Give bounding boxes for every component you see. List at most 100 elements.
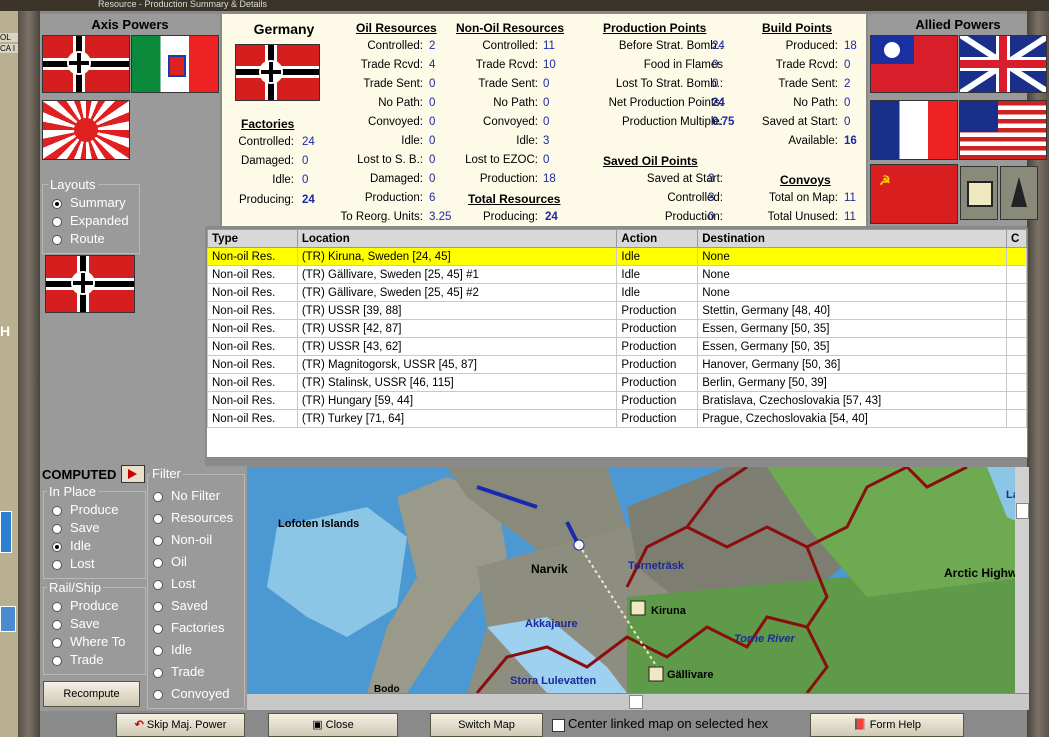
- radio-icon: [153, 623, 163, 634]
- form-help-label: Form Help: [869, 719, 922, 731]
- rail-ship-radio-1[interactable]: Save: [52, 616, 100, 631]
- filter-option-label: Idle: [171, 642, 192, 657]
- table-row[interactable]: Non-oil Res. (TR) Turkey [71, 64] Producti…: [207, 409, 1028, 428]
- filter-radio-5[interactable]: Saved: [153, 598, 208, 613]
- recompute-button[interactable]: Recompute: [43, 681, 140, 707]
- in-place-radio-0[interactable]: Produce: [52, 502, 118, 517]
- layout-expanded-radio[interactable]: Expanded: [52, 213, 129, 228]
- oil-stat-label: Trade Rcvd:: [360, 59, 423, 71]
- filter-radio-4[interactable]: Lost: [153, 576, 196, 591]
- map-horizontal-scrollbar[interactable]: [247, 693, 1029, 710]
- filter-radio-2[interactable]: Non-oil: [153, 532, 212, 547]
- window-title: Resource - Production Summary & Details: [98, 0, 268, 9]
- rail-ship-radio-0[interactable]: Produce: [52, 598, 118, 613]
- map-vscroll-thumb[interactable]: [1016, 503, 1029, 519]
- map-tag: H: [0, 323, 11, 339]
- hex-map[interactable]: Lofoten Islands Narvik Torneträsk Kiruna…: [247, 467, 1029, 693]
- italy-flag-button[interactable]: [131, 35, 219, 93]
- map-label-akkajaure: Akkajaure: [525, 618, 578, 630]
- filter-radio-6[interactable]: Factories: [153, 620, 224, 635]
- table-cell: (TR) Turkey [71, 64]: [296, 409, 618, 428]
- table-row[interactable]: Non-oil Res. (TR) USSR [39, 88] Production…: [207, 301, 1028, 320]
- table-cell: Non-oil Res.: [207, 247, 298, 266]
- convoy-stat-label: Total on Map:: [768, 192, 838, 204]
- table-cell: [1005, 409, 1028, 428]
- oil-stat-value: 0: [429, 78, 436, 90]
- usa-flag-button[interactable]: [959, 100, 1047, 160]
- rail-ship-radio-3[interactable]: Trade: [52, 652, 103, 667]
- close-button[interactable]: ▣ Close: [268, 713, 398, 737]
- build-points-title: Build Points: [762, 21, 832, 35]
- saved-oil-stat-value: 0: [708, 211, 715, 223]
- rail-ship-radio-2[interactable]: Where To: [52, 634, 125, 649]
- filter-title: Filter: [150, 466, 183, 481]
- table-cell: Idle: [616, 283, 699, 302]
- resource-icon-button[interactable]: [960, 166, 998, 220]
- saved-oil-stat-value: 3: [708, 192, 715, 204]
- pp-stat-value: 0: [712, 78, 719, 90]
- table-row[interactable]: Non-oil Res. (TR) Gällivare, Sweden [25, …: [207, 283, 1028, 302]
- pickaxe-icon: [967, 181, 993, 207]
- table-cell: Non-oil Res.: [207, 301, 298, 320]
- uk-flag-button[interactable]: [959, 35, 1047, 93]
- column-header[interactable]: C: [1005, 229, 1028, 248]
- filter-radio-1[interactable]: Resources: [153, 510, 233, 525]
- table-row[interactable]: Non-oil Res. (TR) Hungary [59, 44] Product…: [207, 391, 1028, 410]
- table-cell: Non-oil Res.: [207, 319, 298, 338]
- filter-option-label: Oil: [171, 554, 187, 569]
- filter-radio-9[interactable]: Convoyed: [153, 686, 230, 701]
- table-row[interactable]: Non-oil Res. (TR) Kiruna, Sweden [24, 45]…: [207, 247, 1028, 266]
- germany-flag-button[interactable]: [42, 35, 130, 93]
- layout-summary-radio[interactable]: Summary: [52, 195, 126, 210]
- france-flag-button[interactable]: [870, 100, 958, 160]
- column-header[interactable]: Type: [207, 229, 298, 248]
- filter-option-label: Trade: [171, 664, 205, 679]
- computed-arrow-button[interactable]: [121, 465, 145, 483]
- bp-stat-value: 0: [844, 97, 851, 109]
- table-cell: [1005, 247, 1028, 266]
- in-place-radio-2[interactable]: Idle: [52, 538, 91, 553]
- oil-derrick-icon-button[interactable]: [1000, 166, 1038, 220]
- allied-powers-panel: Allied Powers ☭: [868, 14, 1047, 226]
- skip-major-power-button[interactable]: ↶ Skip Maj. Power: [116, 713, 245, 737]
- table-cell: [1005, 391, 1028, 410]
- oil-stat-value: 0: [429, 97, 436, 109]
- map-label-arctic-highway: Arctic Highw: [944, 566, 1018, 580]
- table-row[interactable]: Non-oil Res. (TR) Stalinsk, USSR [46, 115…: [207, 373, 1028, 392]
- table-row[interactable]: Non-oil Res. (TR) Gällivare, Sweden [25, …: [207, 265, 1028, 284]
- radio-icon: [52, 541, 62, 552]
- in-place-radio-3[interactable]: Lost: [52, 556, 95, 571]
- bp-stat-label: Trade Rcvd:: [775, 59, 838, 71]
- filter-option-label: No Filter: [171, 488, 221, 503]
- column-header[interactable]: Destination: [697, 229, 1007, 248]
- column-header[interactable]: Action: [616, 229, 699, 248]
- map-hscroll-thumb[interactable]: [629, 695, 643, 709]
- bp-stat-label: Saved at Start:: [761, 116, 838, 128]
- filter-radio-0[interactable]: No Filter: [153, 488, 220, 503]
- layout-route-radio[interactable]: Route: [52, 231, 105, 246]
- china-flag-button[interactable]: [870, 35, 958, 93]
- japan-flag-button[interactable]: [42, 100, 130, 160]
- map-label-stora-lulevatten: Stora Lulevatten: [510, 675, 597, 687]
- nonoil-stat-value: 11: [543, 40, 555, 52]
- saved-oil-stat-label: Controlled:: [667, 192, 723, 204]
- filter-radio-8[interactable]: Trade: [153, 664, 204, 679]
- oil-stat-value: 0: [429, 116, 436, 128]
- table-row[interactable]: Non-oil Res. (TR) Magnitogorsk, USSR [45,…: [207, 355, 1028, 374]
- table-cell: Non-oil Res.: [207, 391, 298, 410]
- in-place-radio-1[interactable]: Save: [52, 520, 100, 535]
- ussr-flag-button[interactable]: ☭: [870, 164, 958, 224]
- filter-radio-7[interactable]: Idle: [153, 642, 192, 657]
- column-header[interactable]: Location: [296, 229, 618, 248]
- center-linked-map-checkbox[interactable]: Center linked map on selected hex: [548, 713, 798, 737]
- oil-stat-value: 0: [429, 135, 436, 147]
- convoys-title: Convoys: [780, 173, 831, 187]
- pp-stat-label: Lost To Strat. Bomb.:: [615, 78, 723, 90]
- form-help-button[interactable]: 📕 Form Help: [810, 713, 964, 737]
- switch-map-button[interactable]: Switch Map: [430, 713, 543, 737]
- radio-icon: [52, 505, 62, 516]
- table-row[interactable]: Non-oil Res. (TR) USSR [43, 62] Production…: [207, 337, 1028, 356]
- table-row[interactable]: Non-oil Res. (TR) USSR [42, 87] Production…: [207, 319, 1028, 338]
- map-vertical-scrollbar[interactable]: [1015, 467, 1029, 693]
- filter-radio-3[interactable]: Oil: [153, 554, 187, 569]
